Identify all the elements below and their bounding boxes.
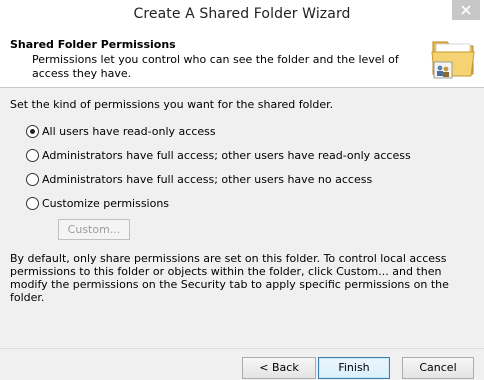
option-label: All users have read-only access bbox=[42, 124, 216, 138]
title-bar: Create A Shared Folder Wizard bbox=[0, 0, 484, 28]
radio-button[interactable] bbox=[26, 196, 39, 210]
option-admin-full-others-read[interactable]: Administrators have full access; other u… bbox=[26, 147, 411, 163]
option-label: Customize permissions bbox=[42, 196, 170, 210]
option-label: Administrators have full access; other u… bbox=[42, 148, 411, 162]
shared-folder-icon bbox=[430, 34, 478, 80]
radio-button[interactable] bbox=[26, 172, 39, 186]
option-customize[interactable]: Customize permissions bbox=[26, 195, 169, 211]
header-title: Shared Folder Permissions bbox=[10, 38, 176, 51]
info-note: By default, only share permissions are s… bbox=[10, 252, 449, 304]
radio-button[interactable] bbox=[26, 124, 39, 138]
wizard-window: Create A Shared Folder Wizard Shared Fol… bbox=[0, 0, 484, 380]
wizard-header: Shared Folder Permissions Permissions le… bbox=[0, 28, 484, 88]
window-title: Create A Shared Folder Wizard bbox=[133, 6, 351, 22]
radio-button[interactable] bbox=[26, 148, 39, 162]
option-admin-full-others-none[interactable]: Administrators have full access; other u… bbox=[26, 171, 372, 187]
option-label: Administrators have full access; other u… bbox=[42, 172, 373, 186]
intro-text: Set the kind of permissions you want for… bbox=[10, 98, 334, 111]
custom-button[interactable]: Custom... bbox=[58, 219, 130, 240]
back-button[interactable]: < Back bbox=[242, 357, 316, 379]
option-read-only[interactable]: All users have read-only access bbox=[26, 123, 216, 139]
close-button[interactable] bbox=[452, 0, 480, 20]
header-description: Permissions let you control who can see … bbox=[32, 53, 399, 80]
cancel-button[interactable]: Cancel bbox=[402, 357, 474, 379]
finish-button[interactable]: Finish bbox=[318, 357, 390, 379]
close-icon bbox=[461, 5, 471, 15]
footer-divider bbox=[0, 348, 484, 349]
